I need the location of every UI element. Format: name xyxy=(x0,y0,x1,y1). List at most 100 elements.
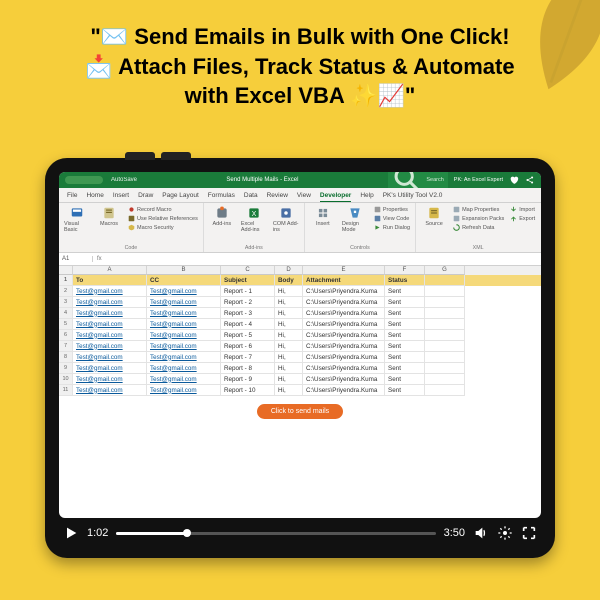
column-header[interactable]: B xyxy=(147,266,221,275)
column-header[interactable]: A xyxy=(73,266,147,275)
heart-icon[interactable] xyxy=(509,175,519,185)
cell[interactable]: Report - 9 xyxy=(221,374,275,385)
cell[interactable]: Sent xyxy=(385,374,425,385)
tab-view[interactable]: View xyxy=(297,190,311,202)
source-button[interactable]: Source xyxy=(421,206,447,227)
cell[interactable]: Report - 2 xyxy=(221,297,275,308)
cell[interactable]: Report - 5 xyxy=(221,330,275,341)
cell[interactable]: Test@gmail.com xyxy=(73,341,147,352)
view-code-button[interactable]: View Code xyxy=(374,215,410,222)
cell[interactable] xyxy=(425,297,465,308)
header-cell[interactable]: CC xyxy=(147,275,221,286)
cell[interactable]: Test@gmail.com xyxy=(147,374,221,385)
column-header[interactable]: C xyxy=(221,266,275,275)
expansion-packs-button[interactable]: Expansion Packs xyxy=(453,215,504,222)
spreadsheet-grid[interactable]: ABCDEFG 1ToCCSubjectBodyAttachmentStatus… xyxy=(59,266,541,518)
seek-bar[interactable] xyxy=(116,532,435,535)
fullscreen-icon[interactable] xyxy=(521,525,537,541)
cell[interactable]: Test@gmail.com xyxy=(73,330,147,341)
cell[interactable]: Hi, xyxy=(275,308,303,319)
cell[interactable]: Sent xyxy=(385,352,425,363)
autosave-toggle[interactable] xyxy=(65,176,103,184)
cell[interactable]: 3 xyxy=(59,297,73,308)
fx-label[interactable]: fx xyxy=(93,256,106,262)
cell[interactable]: Sent xyxy=(385,319,425,330)
header-cell[interactable]: To xyxy=(73,275,147,286)
cell[interactable] xyxy=(425,308,465,319)
cell[interactable]: C:\Users\Priyendra.Kuma xyxy=(303,308,385,319)
cell[interactable] xyxy=(425,352,465,363)
cell[interactable]: Hi, xyxy=(275,286,303,297)
addins-button[interactable]: Add-ins xyxy=(209,206,235,227)
cell[interactable]: Sent xyxy=(385,341,425,352)
share-icon[interactable] xyxy=(525,175,535,185)
tab-home[interactable]: Home xyxy=(86,190,103,202)
cell[interactable]: Report - 8 xyxy=(221,363,275,374)
cell[interactable] xyxy=(425,374,465,385)
cell[interactable]: Hi, xyxy=(275,385,303,396)
cell[interactable]: Test@gmail.com xyxy=(147,297,221,308)
cell[interactable]: Report - 3 xyxy=(221,308,275,319)
cell[interactable]: Sent xyxy=(385,308,425,319)
cell[interactable]: 7 xyxy=(59,341,73,352)
cell[interactable]: Test@gmail.com xyxy=(73,319,147,330)
refresh-data-button[interactable]: Refresh Data xyxy=(453,224,504,231)
cell[interactable]: 6 xyxy=(59,330,73,341)
play-icon[interactable] xyxy=(63,525,79,541)
cell[interactable]: Test@gmail.com xyxy=(147,286,221,297)
tab-data[interactable]: Data xyxy=(244,190,258,202)
cell[interactable]: 9 xyxy=(59,363,73,374)
cell[interactable]: Test@gmail.com xyxy=(73,352,147,363)
cell[interactable]: C:\Users\Priyendra.Kuma xyxy=(303,330,385,341)
run-dialog-button[interactable]: Run Dialog xyxy=(374,224,410,231)
cell[interactable]: Sent xyxy=(385,363,425,374)
cell[interactable] xyxy=(425,341,465,352)
import-button[interactable]: Import xyxy=(510,206,535,213)
cell[interactable] xyxy=(425,363,465,374)
cell[interactable]: Hi, xyxy=(275,374,303,385)
column-header[interactable]: E xyxy=(303,266,385,275)
cell[interactable]: Hi, xyxy=(275,341,303,352)
cell[interactable]: 11 xyxy=(59,385,73,396)
volume-icon[interactable] xyxy=(473,525,489,541)
tab-file[interactable]: File xyxy=(67,190,77,202)
cell[interactable]: Report - 7 xyxy=(221,352,275,363)
name-box[interactable]: A1 xyxy=(59,256,93,262)
macros-button[interactable]: Macros xyxy=(96,206,122,227)
cell[interactable]: Test@gmail.com xyxy=(73,286,147,297)
settings-icon[interactable] xyxy=(497,525,513,541)
cell[interactable]: C:\Users\Priyendra.Kuma xyxy=(303,297,385,308)
cell[interactable]: 4 xyxy=(59,308,73,319)
macro-security-button[interactable]: Macro Security xyxy=(128,224,198,231)
cell[interactable]: C:\Users\Priyendra.Kuma xyxy=(303,352,385,363)
cell[interactable]: Report - 10 xyxy=(221,385,275,396)
relative-refs-button[interactable]: Use Relative References xyxy=(128,215,198,222)
insert-control-button[interactable]: Insert xyxy=(310,206,336,227)
cell[interactable]: C:\Users\Priyendra.Kuma xyxy=(303,363,385,374)
cell[interactable]: 10 xyxy=(59,374,73,385)
tab-draw[interactable]: Draw xyxy=(138,190,153,202)
header-cell[interactable]: Body xyxy=(275,275,303,286)
header-cell[interactable]: Status xyxy=(385,275,425,286)
cell[interactable]: 5 xyxy=(59,319,73,330)
cell[interactable]: 8 xyxy=(59,352,73,363)
map-properties-button[interactable]: Map Properties xyxy=(453,206,504,213)
cell[interactable]: Sent xyxy=(385,297,425,308)
cell[interactable]: Sent xyxy=(385,385,425,396)
cell[interactable]: C:\Users\Priyendra.Kuma xyxy=(303,374,385,385)
cell[interactable]: Hi, xyxy=(275,297,303,308)
cell[interactable]: Test@gmail.com xyxy=(73,374,147,385)
cell[interactable]: Test@gmail.com xyxy=(147,308,221,319)
export-button[interactable]: Export xyxy=(510,215,535,222)
cell[interactable]: C:\Users\Priyendra.Kuma xyxy=(303,286,385,297)
properties-button[interactable]: Properties xyxy=(374,206,410,213)
cell[interactable]: Test@gmail.com xyxy=(73,297,147,308)
cell[interactable]: Hi, xyxy=(275,330,303,341)
cell[interactable]: Report - 1 xyxy=(221,286,275,297)
cell[interactable]: Test@gmail.com xyxy=(147,319,221,330)
tab-page-layout[interactable]: Page Layout xyxy=(162,190,199,202)
cell[interactable]: C:\Users\Priyendra.Kuma xyxy=(303,319,385,330)
column-header[interactable] xyxy=(59,266,73,275)
com-addins-button[interactable]: COM Add-ins xyxy=(273,206,299,233)
cell[interactable]: Test@gmail.com xyxy=(73,385,147,396)
